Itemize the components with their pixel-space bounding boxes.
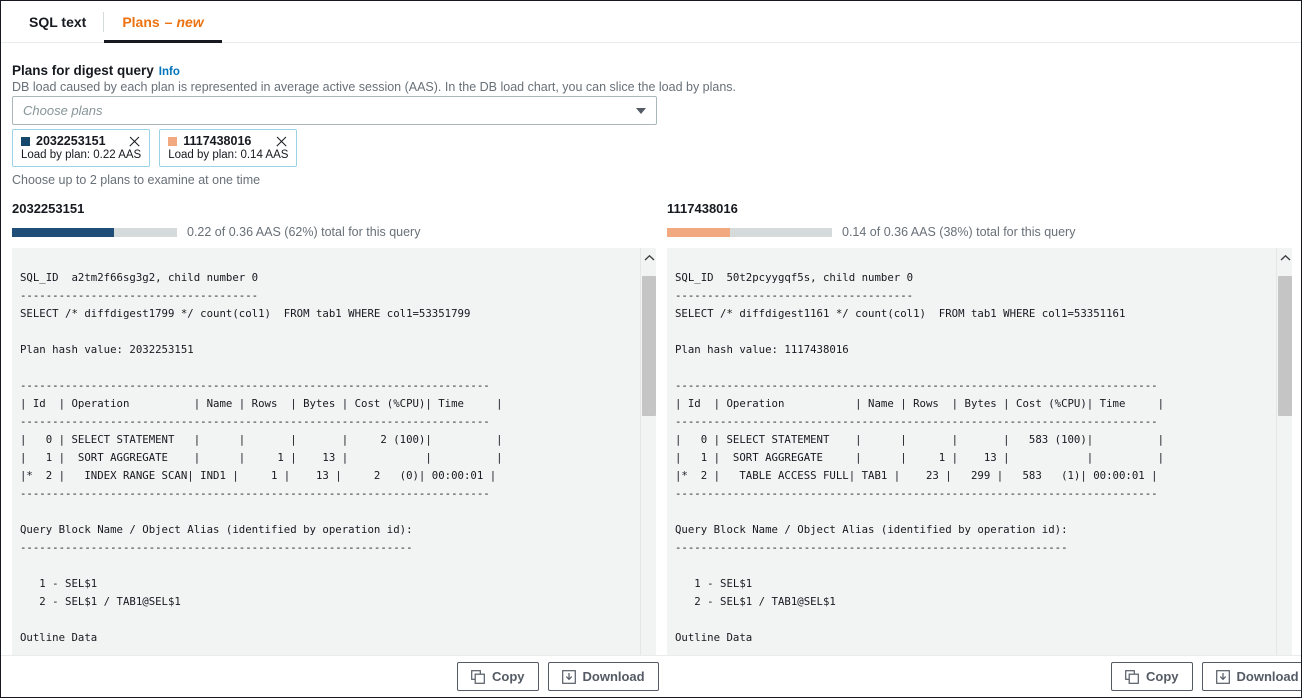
- plan-chip-0-load: Load by plan: 0.22 AAS: [21, 149, 141, 161]
- copy-icon: [1125, 670, 1139, 684]
- tab-sql-text[interactable]: SQL text: [11, 1, 104, 42]
- download-button-left[interactable]: Download: [548, 662, 659, 691]
- plan-right-meter-row: 0.14 of 0.36 AAS (38%) total for this qu…: [667, 225, 1292, 239]
- download-button-right[interactable]: Download: [1202, 662, 1302, 691]
- copy-button-left[interactable]: Copy: [457, 662, 539, 691]
- plan-left-title: 2032253151: [12, 201, 656, 216]
- page-title: Plans for digest query: [12, 63, 154, 78]
- copy-button-right-label: Copy: [1146, 669, 1179, 684]
- plan-right-meter-track: [667, 228, 832, 237]
- plan-left-meter-fill: [12, 228, 114, 237]
- plan-right-actions: Copy Download: [1111, 662, 1302, 691]
- tab-plans-label: Plans: [122, 14, 159, 30]
- tab-plans-dash: –: [165, 14, 173, 30]
- tab-active-underline: [104, 40, 221, 43]
- plan-right-scrollbar-thumb[interactable]: [1278, 276, 1292, 416]
- section-description: DB load caused by each plan is represent…: [12, 80, 1292, 94]
- footer-bar: Copy Download: [1, 655, 1301, 697]
- plan-chip-0-label: 2032253151: [36, 134, 114, 148]
- plan-left-actions: Copy Download: [457, 662, 659, 691]
- plan-color-swatch-icon: [21, 137, 30, 146]
- tab-bar: SQL text Plans – new: [1, 1, 1301, 43]
- plan-chip-0[interactable]: 2032253151 Load by plan: 0.22 AAS: [12, 129, 150, 167]
- chevron-down-icon: [636, 108, 646, 114]
- plan-left-meter-text: 0.22 of 0.36 AAS (62%) total for this qu…: [187, 225, 420, 239]
- plan-right-meter-text: 0.14 of 0.36 AAS (38%) total for this qu…: [842, 225, 1075, 239]
- plan-left-meter-row: 0.22 of 0.36 AAS (62%) total for this qu…: [12, 225, 656, 239]
- plan-left-meter-track: [12, 228, 177, 237]
- plan-chip-1-label: 1117438016: [183, 134, 261, 148]
- choose-plans-placeholder: Choose plans: [23, 103, 636, 118]
- section-title-row: Plans for digest query Info: [12, 63, 1292, 78]
- tab-plans[interactable]: Plans – new: [104, 1, 221, 42]
- plan-left-scrollbar[interactable]: [640, 248, 656, 668]
- chevron-up-icon[interactable]: [641, 250, 656, 266]
- plan-right-scrollbar[interactable]: [1276, 248, 1292, 668]
- plan-right-code[interactable]: SQL_ID 50t2pcyygqf5s, child number 0 ---…: [667, 259, 1276, 658]
- plan-column-left: 2032253151 0.22 of 0.36 AAS (62%) total …: [12, 201, 656, 668]
- copy-button-left-label: Copy: [492, 669, 525, 684]
- download-icon: [562, 670, 576, 684]
- close-icon[interactable]: [275, 135, 288, 148]
- plan-column-right: 1117438016 0.14 of 0.36 AAS (38%) total …: [667, 201, 1292, 668]
- plan-chip-1-load: Load by plan: 0.14 AAS: [168, 149, 288, 161]
- info-link[interactable]: Info: [159, 66, 180, 78]
- plan-chip-1-top: 1117438016: [168, 134, 288, 148]
- copy-button-right[interactable]: Copy: [1111, 662, 1193, 691]
- copy-icon: [471, 670, 485, 684]
- plan-chip-0-top: 2032253151: [21, 134, 141, 148]
- choose-plans-select[interactable]: Choose plans: [12, 96, 657, 125]
- plan-left-codebox: SQL_ID a2tm2f66sg3g2, child number 0 ---…: [12, 248, 656, 668]
- chevron-up-icon[interactable]: [1277, 250, 1292, 266]
- plans-panel: SQL text Plans – new Plans for digest qu…: [0, 0, 1302, 698]
- close-icon[interactable]: [128, 135, 141, 148]
- plan-left-scrollbar-thumb[interactable]: [642, 276, 656, 416]
- download-button-right-label: Download: [1237, 669, 1299, 684]
- plan-left-code[interactable]: SQL_ID a2tm2f66sg3g2, child number 0 ---…: [12, 259, 640, 658]
- plan-right-codebox: SQL_ID 50t2pcyygqf5s, child number 0 ---…: [667, 248, 1292, 668]
- download-icon: [1216, 670, 1230, 684]
- plan-chip-1[interactable]: 1117438016 Load by plan: 0.14 AAS: [159, 129, 297, 167]
- section-header: Plans for digest query Info DB load caus…: [12, 63, 1292, 94]
- selected-plan-chips: 2032253151 Load by plan: 0.22 AAS 111743…: [12, 129, 297, 167]
- download-button-left-label: Download: [583, 669, 645, 684]
- plan-color-swatch-icon: [168, 137, 177, 146]
- plan-right-title: 1117438016: [667, 201, 1292, 216]
- chips-hint: Choose up to 2 plans to examine at one t…: [12, 173, 260, 187]
- tab-plans-new-badge: new: [176, 14, 203, 30]
- plan-right-meter-fill: [667, 228, 730, 237]
- tab-sql-text-label: SQL text: [29, 14, 86, 30]
